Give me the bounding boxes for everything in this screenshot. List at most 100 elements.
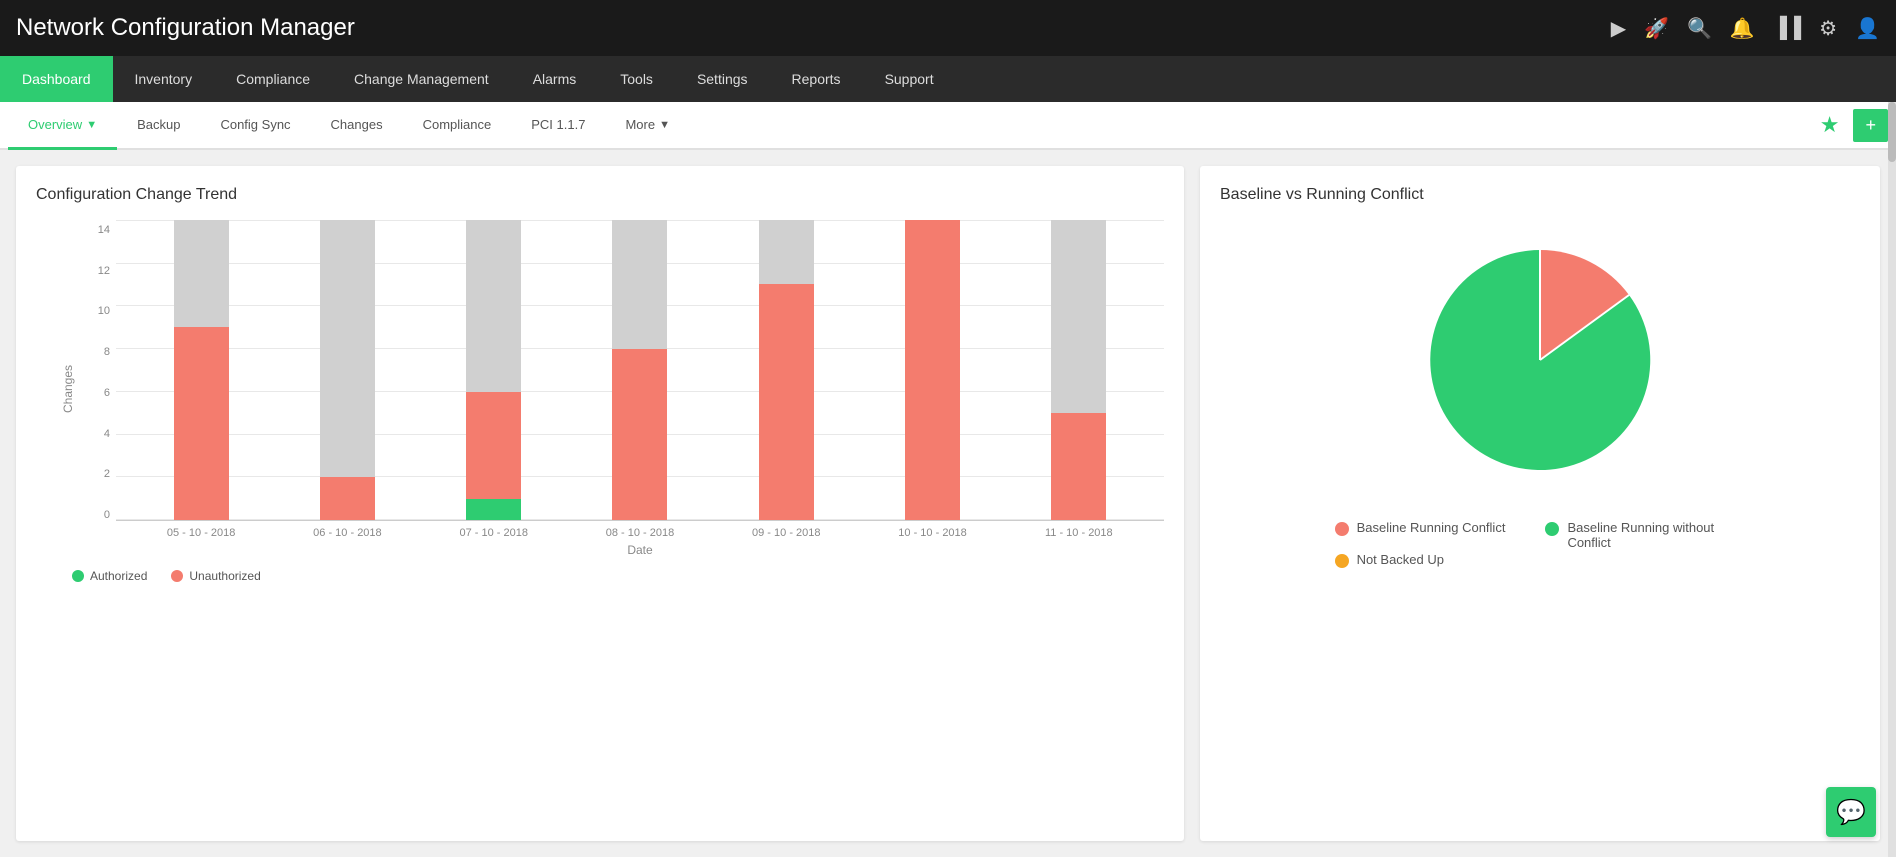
bar-col-4 (612, 220, 667, 520)
bar-stack-3 (466, 220, 521, 520)
search-icon[interactable]: 🔍 (1687, 16, 1712, 41)
bar-chart-title: Configuration Change Trend (36, 186, 1164, 204)
star-button[interactable]: ★ (1810, 112, 1850, 138)
x-label-1: 05 - 10 - 2018 (128, 527, 274, 539)
bar-authorized-3 (466, 499, 521, 520)
bar-stack-1 (174, 220, 229, 520)
bar-empty-5 (759, 220, 814, 284)
legend-authorized: Authorized (72, 569, 147, 583)
bar-stack-4 (612, 220, 667, 520)
nav-reports[interactable]: Reports (770, 56, 863, 102)
bar-unauthorized-6 (905, 220, 960, 520)
app-title: Network Configuration Manager (16, 14, 355, 42)
bar-stack-2 (320, 220, 375, 520)
y-tick-14: 14 (98, 224, 110, 236)
more-chevron: ▼ (659, 119, 670, 131)
bar-unauthorized-7 (1051, 413, 1106, 520)
bar-col-5 (759, 220, 814, 520)
add-dashboard-button[interactable]: + (1853, 109, 1888, 142)
bar-empty-1 (174, 220, 229, 327)
sub-nav: Overview ▼ Backup Config Sync Changes Co… (0, 102, 1896, 150)
sub-nav-right: ★ + (1810, 102, 1888, 148)
rocket-icon[interactable]: 🚀 (1644, 16, 1669, 41)
chat-button[interactable]: 💬 (1826, 787, 1876, 837)
subnav-overview[interactable]: Overview ▼ (8, 102, 117, 150)
pie-dot-conflict (1335, 522, 1349, 536)
subnav-config-sync[interactable]: Config Sync (200, 102, 310, 150)
bar-col-6 (905, 220, 960, 520)
pie-legend-left: Baseline Running Conflict Not Backed Up (1335, 520, 1506, 568)
x-labels: 05 - 10 - 2018 06 - 10 - 2018 07 - 10 - … (116, 521, 1164, 539)
bar-stack-7 (1051, 220, 1106, 520)
x-axis-label: Date (116, 543, 1164, 557)
pie-label-conflict: Baseline Running Conflict (1357, 520, 1506, 535)
pie-svg (1400, 220, 1680, 500)
bar-col-7 (1051, 220, 1106, 520)
scroll-indicator[interactable] (1888, 102, 1896, 857)
nav-change-management[interactable]: Change Management (332, 56, 511, 102)
nav-support[interactable]: Support (863, 56, 956, 102)
legend-label-unauthorized: Unauthorized (189, 569, 260, 583)
chart-content: 0 2 4 6 8 10 12 14 (86, 220, 1164, 557)
bar-unauthorized-4 (612, 349, 667, 520)
bars-inner (116, 220, 1164, 521)
pie-legend-right: Baseline Running without Conflict (1545, 520, 1745, 550)
bell-icon[interactable]: 🔔 (1730, 16, 1755, 41)
subnav-backup[interactable]: Backup (117, 102, 200, 150)
legend-dot-unauthorized (171, 570, 183, 582)
subnav-changes[interactable]: Changes (311, 102, 403, 150)
pie-dot-not-backed (1335, 554, 1349, 568)
top-bar: Network Configuration Manager ▶ 🚀 🔍 🔔 ▐▐… (0, 0, 1896, 56)
y-tick-10: 10 (98, 305, 110, 317)
nav-dashboard[interactable]: Dashboard (0, 56, 113, 102)
y-axis-label: Changes (61, 364, 75, 412)
nav-settings[interactable]: Settings (675, 56, 770, 102)
pie-chart-title: Baseline vs Running Conflict (1220, 186, 1860, 204)
columns-icon[interactable]: ▐▐ (1773, 17, 1801, 40)
y-ticks: 0 2 4 6 8 10 12 14 (86, 220, 116, 557)
bar-col-3 (466, 220, 521, 520)
bar-chart-card: Configuration Change Trend Changes 0 2 4… (16, 166, 1184, 841)
bar-stack-6 (905, 220, 960, 520)
nav-compliance[interactable]: Compliance (214, 56, 332, 102)
subnav-more[interactable]: More ▼ (605, 102, 690, 150)
monitor-icon[interactable]: ▶ (1611, 16, 1626, 41)
y-tick-4: 4 (104, 428, 110, 440)
subnav-pci[interactable]: PCI 1.1.7 (511, 102, 605, 150)
bar-unauthorized-1 (174, 327, 229, 520)
legend-label-authorized: Authorized (90, 569, 147, 583)
y-tick-12: 12 (98, 265, 110, 277)
bar-col-1 (174, 220, 229, 520)
nav-inventory[interactable]: Inventory (113, 56, 215, 102)
bars-area: 05 - 10 - 2018 06 - 10 - 2018 07 - 10 - … (116, 220, 1164, 557)
legend-dot-authorized (72, 570, 84, 582)
pie-legend-no-conflict: Baseline Running without Conflict (1545, 520, 1745, 550)
pie-label-no-conflict: Baseline Running without Conflict (1567, 520, 1745, 550)
legend-unauthorized: Unauthorized (171, 569, 260, 583)
bar-col-2 (320, 220, 375, 520)
bars-group (116, 220, 1164, 520)
user-icon[interactable]: 👤 (1855, 16, 1880, 41)
nav-alarms[interactable]: Alarms (511, 56, 599, 102)
y-tick-0: 0 (104, 509, 110, 521)
top-icons: ▶ 🚀 🔍 🔔 ▐▐ ⚙ 👤 (1611, 16, 1880, 41)
pie-area: Baseline Running Conflict Not Backed Up … (1220, 220, 1860, 568)
pie-chart-card: Baseline vs Running Conflict (1200, 166, 1880, 841)
bar-empty-3 (466, 220, 521, 392)
x-label-3: 07 - 10 - 2018 (421, 527, 567, 539)
overview-chevron: ▼ (86, 119, 97, 131)
bar-chart-legend: Authorized Unauthorized (36, 569, 1164, 583)
pie-legend-not-backed: Not Backed Up (1335, 552, 1506, 568)
bar-unauthorized-2 (320, 477, 375, 520)
x-label-5: 09 - 10 - 2018 (713, 527, 859, 539)
gear-icon[interactable]: ⚙ (1819, 16, 1837, 41)
x-label-6: 10 - 10 - 2018 (859, 527, 1005, 539)
subnav-compliance[interactable]: Compliance (403, 102, 512, 150)
bar-stack-5 (759, 220, 814, 520)
pie-dot-no-conflict (1545, 522, 1559, 536)
bar-empty-7 (1051, 220, 1106, 413)
content-area: Configuration Change Trend Changes 0 2 4… (0, 150, 1896, 857)
y-tick-6: 6 (104, 387, 110, 399)
bar-unauthorized-5 (759, 284, 814, 520)
nav-tools[interactable]: Tools (598, 56, 675, 102)
